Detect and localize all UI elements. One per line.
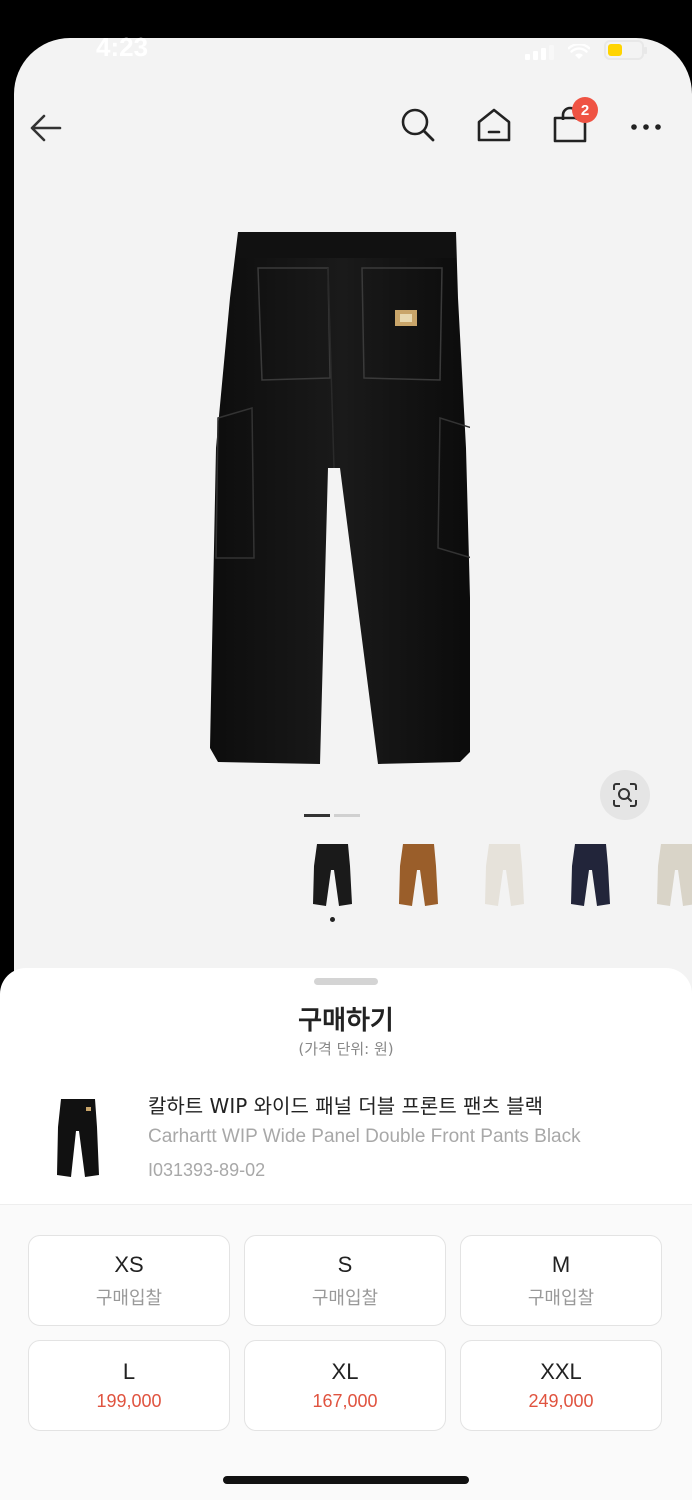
product-thumbnail-image — [57, 1099, 99, 1177]
size-option-xl[interactable]: XL 167,000 — [244, 1340, 446, 1431]
size-label: XS — [114, 1251, 144, 1277]
size-label: M — [551, 1251, 571, 1277]
product-main-image[interactable] — [190, 228, 470, 768]
thumbnail-pants-image — [399, 844, 438, 906]
pager-indicator-active — [304, 814, 330, 817]
sheet-title: 구매하기 — [298, 1006, 394, 1036]
size-option-xs[interactable]: XS 구매입찰 — [28, 1235, 230, 1326]
thumb-brown[interactable] — [386, 840, 450, 910]
product-code: I031393-89-02 — [148, 1160, 266, 1180]
image-search-button[interactable] — [600, 770, 650, 820]
wifi-icon — [568, 44, 590, 59]
size-label: XL — [331, 1359, 359, 1384]
status-icons — [525, 40, 647, 60]
size-bid-label: 구매입찰 — [95, 1287, 163, 1309]
image-pager — [304, 814, 360, 817]
purchase-sheet: 구매하기 (가격 단위: 원) 칼하트 WIP 와이드 패널 더블 프론트 팬츠… — [0, 968, 692, 1500]
thumb-black[interactable] — [300, 840, 364, 922]
nav-actions: 2 — [398, 97, 666, 145]
home-icon[interactable] — [474, 105, 514, 145]
size-bid-label: 구매입찰 — [311, 1287, 379, 1309]
size-label: L — [122, 1359, 136, 1384]
thumbnail-pants-image — [485, 844, 524, 906]
size-option-s[interactable]: S 구매입찰 — [244, 1235, 446, 1326]
thumbnail-pants-image — [571, 844, 610, 906]
size-bid-label: 구매입찰 — [527, 1287, 595, 1309]
size-selection: XS 구매입찰 S 구매입찰 M 구매입찰 L 199,000 XL 167,000 XXL 249,… — [0, 1204, 692, 1500]
signal-icon — [525, 45, 554, 60]
size-label: XXL — [540, 1359, 582, 1384]
size-grid: XS 구매입찰 S 구매입찰 M 구매입찰 L 199,000 XL 167,000 XXL 249,… — [28, 1235, 662, 1431]
size-price: 249,000 — [528, 1391, 594, 1411]
thumbnail-pants-image — [313, 844, 352, 906]
back-arrow-icon[interactable] — [26, 108, 66, 148]
thumbnail-pants-image — [657, 844, 692, 906]
search-icon[interactable] — [398, 105, 438, 145]
thumb-cream[interactable] — [472, 840, 536, 910]
size-label: S — [337, 1251, 353, 1277]
color-thumbnails — [300, 840, 692, 922]
battery-icon — [604, 40, 647, 60]
image-search-icon — [613, 783, 637, 807]
thumb-stone[interactable] — [644, 840, 692, 910]
size-option-xxl[interactable]: XXL 249,000 — [460, 1340, 662, 1431]
status-time: 4:23 — [96, 32, 149, 62]
price-unit-note: (가격 단위: 원) — [298, 1040, 394, 1058]
size-price: 167,000 — [312, 1391, 378, 1411]
product-name-korean: 칼하트 WIP 와이드 패널 더블 프론트 팬츠 블랙 — [148, 1094, 544, 1118]
cart-count-badge: 2 — [572, 97, 598, 123]
product-summary: 칼하트 WIP 와이드 패널 더블 프론트 팬츠 블랙 Carhartt WIP… — [0, 1080, 692, 1202]
size-price: 199,000 — [96, 1391, 162, 1411]
sheet-drag-handle[interactable] — [314, 978, 378, 985]
home-indicator[interactable] — [223, 1476, 469, 1484]
thumb-navy[interactable] — [558, 840, 622, 910]
selected-thumbnail-dot — [330, 917, 335, 922]
pager-indicator — [334, 814, 360, 817]
product-thumbnail — [40, 1088, 114, 1188]
size-option-m[interactable]: M 구매입찰 — [460, 1235, 662, 1326]
size-option-l[interactable]: L 199,000 — [28, 1340, 230, 1431]
product-name-english: Carhartt WIP Wide Panel Double Front Pan… — [148, 1126, 581, 1147]
more-options-icon[interactable] — [626, 105, 666, 145]
cart-button[interactable]: 2 — [550, 97, 598, 145]
